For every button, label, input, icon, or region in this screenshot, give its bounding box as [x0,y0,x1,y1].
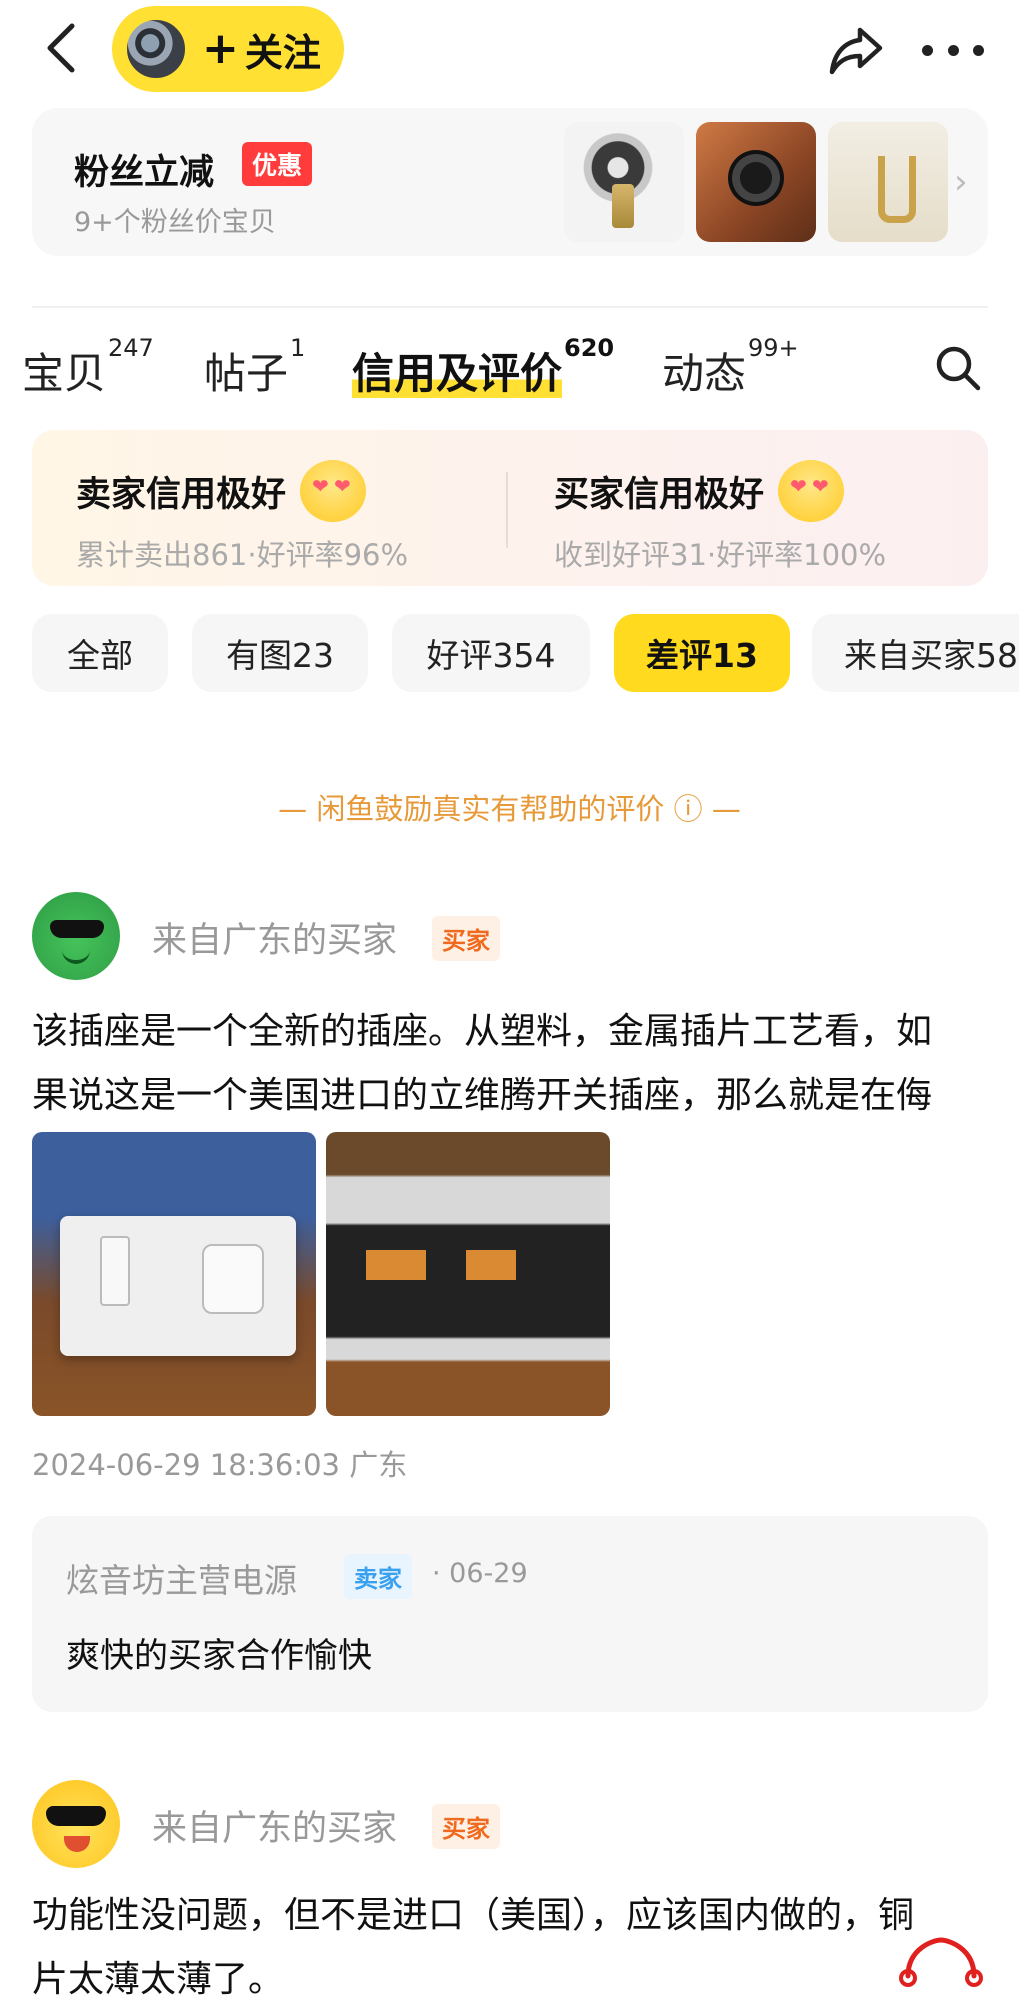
reviewer-avatar[interactable] [32,1780,120,1868]
tab-count: 247 [108,334,154,362]
fan-discount-card[interactable]: 粉丝立减 优惠 9+个粉丝价宝贝 › [32,108,988,256]
buyer-credit-stats: 收到好评31·好评率100% [554,538,887,572]
chevron-right-icon: › [954,162,968,202]
profile-tabs: 宝贝247 帖子1 信用及评价620 动态99+ [0,330,1019,400]
filter-all[interactable]: 全部 [32,614,168,692]
product-thumbnail[interactable] [828,122,948,242]
fan-discount-subtitle: 9+个粉丝价宝贝 [74,207,276,238]
reply-date: · 06-29 [432,1558,528,1589]
divider [32,306,988,308]
tab-label: 动态 [662,349,747,398]
share-icon[interactable] [826,20,886,80]
seller-credit-stats: 累计卖出861·好评率96% [76,538,409,572]
tab-credit-reviews[interactable]: 信用及评价620 [352,334,614,401]
follow-label: 关注 [244,30,321,75]
reviewer-avatar[interactable] [32,892,120,980]
tab-label: 宝贝 [22,349,107,398]
buyer-badge: 买家 [432,916,500,961]
tab-count: 620 [564,334,615,362]
tab-label: 帖子 [204,349,289,398]
product-thumbnail[interactable] [696,122,816,242]
heart-eyes-emoji-icon [300,460,367,522]
filter-negative[interactable]: 差评13 [614,614,790,692]
tab-label: 信用及评价 [352,349,563,398]
review-text-line: 片太薄太薄了。 [32,1959,285,2000]
discount-badge: 优惠 [242,142,313,186]
tab-count: 99+ [748,334,799,362]
review-text-line: 果说这是一个美国进口的立维腾开关插座，那么就是在侮 [32,1075,933,1116]
seller-badge: 卖家 [344,1554,412,1599]
review-policy-note[interactable]: — 闲鱼鼓励真实有帮助的评价 ⓘ — [0,786,1019,828]
follow-button[interactable]: + 关注 [112,6,344,92]
floating-logo-icon[interactable] [894,1934,988,1990]
buyer-credit: 买家信用极好 收到好评31·好评率100% [554,460,886,574]
top-bar: + 关注 [0,0,1019,100]
review-photo[interactable] [32,1132,316,1416]
credit-summary-card: 卖家信用极好 累计卖出861·好评率96% 买家信用极好 收到好评31·好评率1… [32,430,988,586]
search-icon[interactable] [934,344,982,392]
filter-with-photos[interactable]: 有图23 [192,614,368,692]
filter-positive[interactable]: 好评354 [392,614,590,692]
tab-activity[interactable]: 动态99+ [662,334,799,401]
review-text-line: 该插座是一个全新的插座。从塑料，金属插片工艺看，如 [32,1011,933,1052]
product-thumbnail[interactable] [564,122,684,242]
back-arrow-icon[interactable] [38,18,82,78]
tab-count: 1 [290,334,306,362]
buyer-credit-title: 买家信用极好 [554,474,765,515]
reviewer-name: 来自广东的买家 [152,921,398,961]
seller-credit-title: 卖家信用极好 [76,474,287,515]
more-options-icon[interactable] [922,20,984,80]
seller-reply: 炫音坊主营电源 卖家 · 06-29 爽快的买家合作愉快 [32,1516,988,1712]
reply-text: 爽快的买家合作愉快 [66,1636,372,1676]
reviewer-name: 来自广东的买家 [152,1809,398,1849]
plus-icon: + [202,23,239,74]
review-text-line: 功能性没问题，但不是进口（美国），应该国内做的，铜 [32,1895,915,1936]
heart-eyes-emoji-icon [778,460,845,522]
review-text: 该插座是一个全新的插座。从塑料，金属插片工艺看，如 果说这是一个美国进口的立维腾… [32,1000,992,1128]
review-timestamp: 2024-06-29 18:36:03 广东 [32,1448,408,1482]
review-text: 功能性没问题，但不是进口（美国），应该国内做的，铜 片太薄太薄了。 [32,1884,992,2000]
fan-discount-title: 粉丝立减 [74,153,215,193]
buyer-badge: 买家 [432,1804,500,1849]
divider [506,472,508,548]
seller-avatar [124,17,188,81]
seller-name: 炫音坊主营电源 [66,1561,297,1600]
tab-posts[interactable]: 帖子1 [204,334,305,401]
tab-items[interactable]: 宝贝247 [22,334,154,401]
review-photo[interactable] [326,1132,610,1416]
filter-from-buyers[interactable]: 来自买家58 [812,614,1019,692]
seller-credit: 卖家信用极好 累计卖出861·好评率96% [76,460,408,574]
